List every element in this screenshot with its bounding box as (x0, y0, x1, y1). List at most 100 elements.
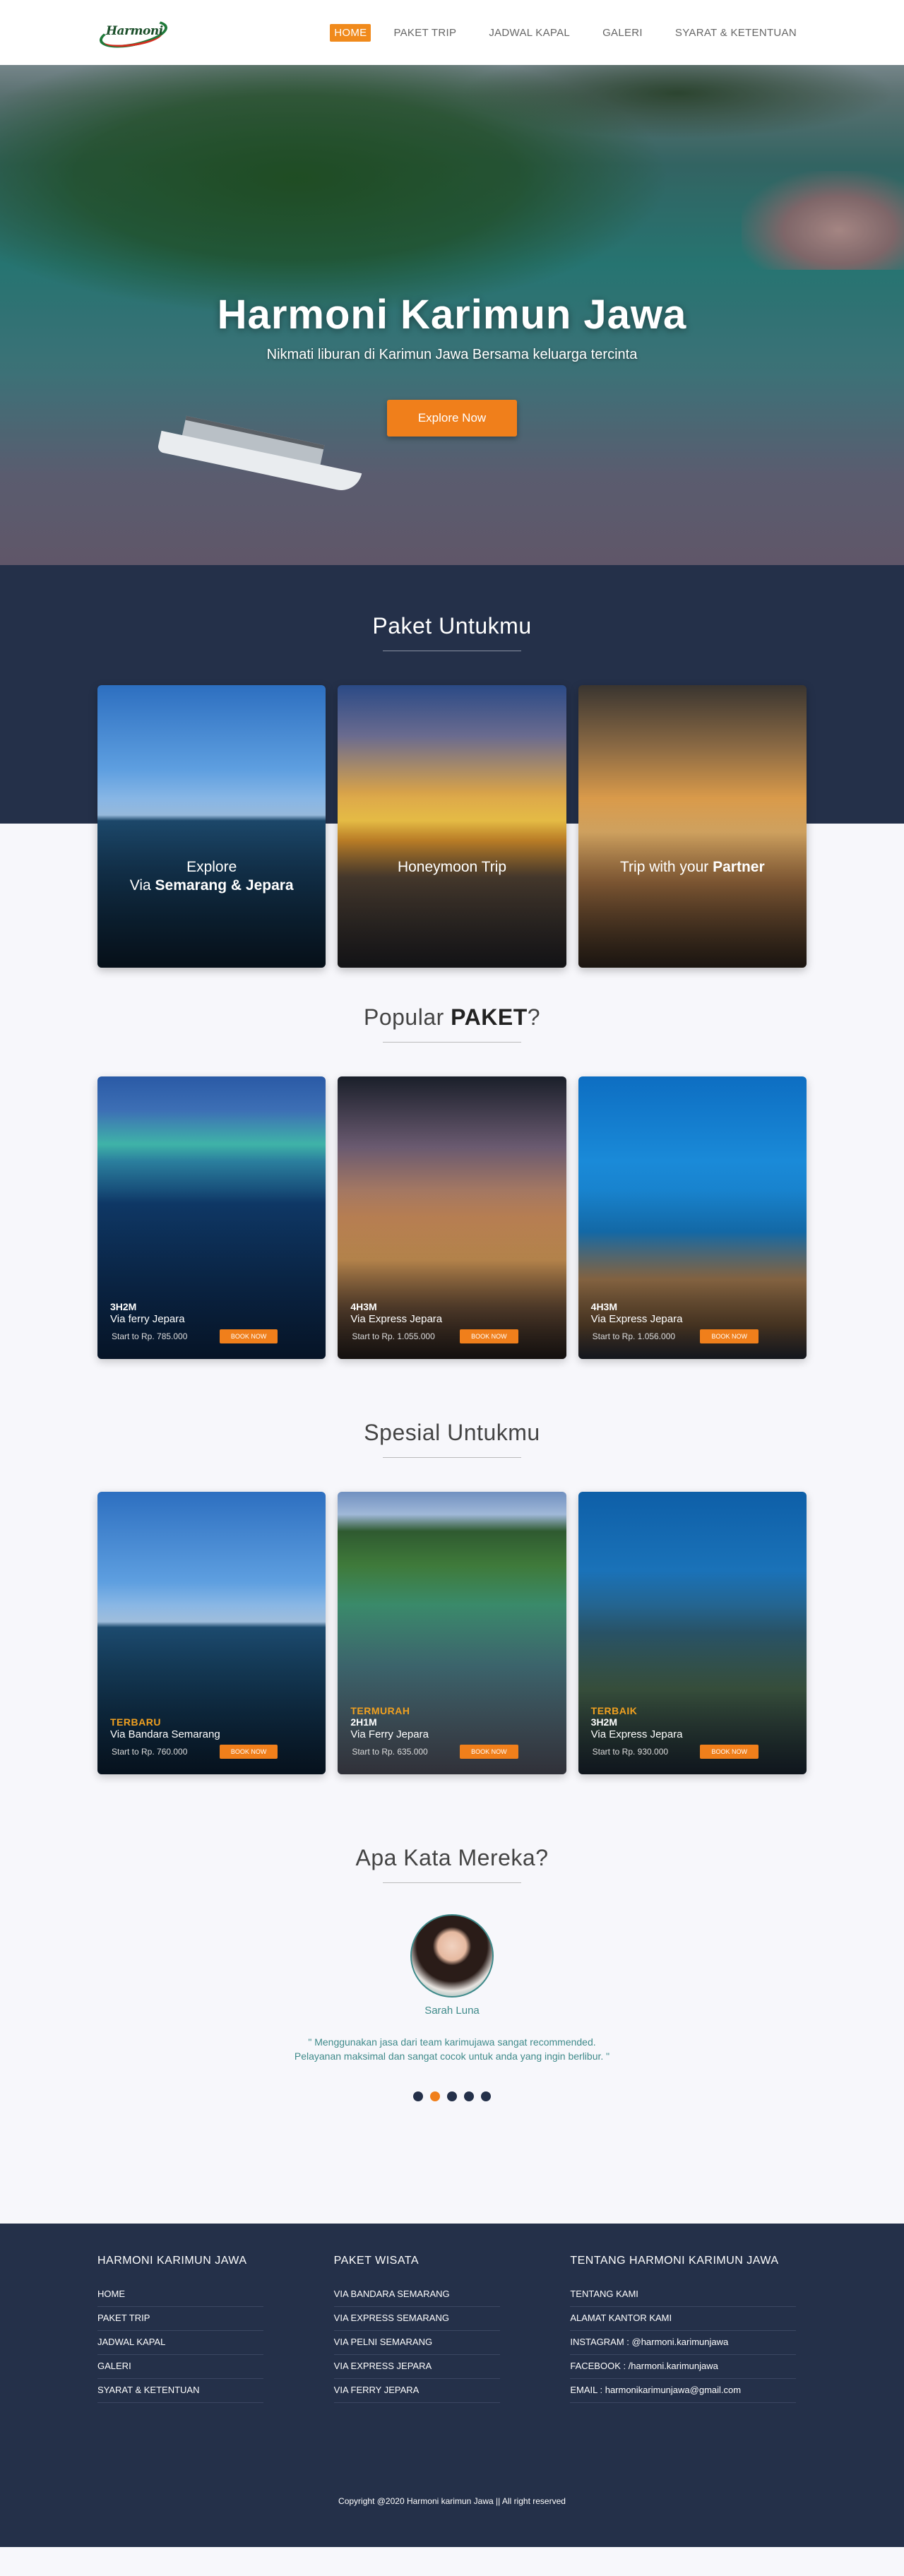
popular-card[interactable]: 3H2M Via ferry Jepara Start to Rp. 785.0… (97, 1076, 326, 1359)
pkg-bottom: Start to Rp. 635.000 BOOK NOW (350, 1745, 553, 1759)
footer-link[interactable]: JADWAL KAPAL (97, 2331, 263, 2355)
nav-syarat-ketentuan[interactable]: SYARAT & KETENTUAN (665, 24, 807, 42)
popular-paket-section: Popular PAKET? 3H2M Via ferry Jepara Sta… (0, 969, 904, 1359)
popular-title-suffix: ? (527, 1004, 541, 1030)
nav-jadwal-kapal[interactable]: JADWAL KAPAL (479, 24, 580, 42)
footer-link[interactable]: HOME (97, 2283, 263, 2307)
copyright: Copyright @2020 Harmoni karimun Jawa || … (338, 2496, 566, 2506)
nav-menu: HOME PAKET TRIP JADWAL KAPAL GALERI SYAR… (317, 23, 807, 42)
footer-link[interactable]: ALAMAT KANTOR KAMI (570, 2307, 797, 2331)
pkg-duration: 3H2M (110, 1301, 137, 1312)
navbar: Harmoni HOME PAKET TRIP JADWAL KAPAL GAL… (0, 0, 904, 65)
card-line2-prefix: Via (129, 877, 155, 894)
nav-galeri[interactable]: GALERI (593, 24, 653, 42)
popular-card[interactable]: 4H3M Via Express Jepara Start to Rp. 1.0… (338, 1076, 566, 1359)
quote-line2: Pelayanan maksimal dan sangat cocok untu… (294, 2050, 610, 2062)
card-line1: Honeymoon Trip (397, 859, 507, 875)
pkg-route: Via Ferry Jepara (350, 1728, 429, 1740)
paket-header: Paket Untukmu (0, 613, 904, 651)
paket-card-label: Trip with your Partner (578, 858, 807, 877)
spesial-section: Spesial Untukmu TERBARU Via Bandara Sema… (0, 1359, 904, 1774)
card-overlay (338, 685, 566, 968)
paket-card-honeymoon[interactable]: Honeymoon Trip (338, 685, 566, 968)
explore-now-button[interactable]: Explore Now (386, 400, 518, 437)
paket-card-explore[interactable]: Explore Via Semarang & Jepara (97, 685, 326, 968)
footer-link[interactable]: EMAIL : harmonikarimunjawa@gmail.com (570, 2379, 797, 2403)
book-now-button[interactable]: BOOK NOW (219, 1745, 278, 1759)
pkg-bottom: Start to Rp. 785.000 BOOK NOW (110, 1329, 313, 1343)
nav-paket-trip[interactable]: PAKET TRIP (383, 24, 466, 42)
card-overlay (578, 685, 807, 968)
pkg-info: TERBARU Via Bandara Semarang Start to Rp… (110, 1716, 313, 1759)
footer-link[interactable]: INSTAGRAM : @harmoni.karimunjawa (570, 2331, 797, 2355)
carousel-dot[interactable] (413, 2091, 423, 2101)
carousel-dot[interactable] (447, 2091, 457, 2101)
book-now-button[interactable]: BOOK NOW (219, 1329, 278, 1343)
pkg-bottom: Start to Rp. 1.055.000 BOOK NOW (350, 1329, 553, 1343)
popular-title-bold: PAKET (451, 1004, 528, 1030)
paket-card-label: Honeymoon Trip (338, 858, 566, 877)
footer-link[interactable]: GALERI (97, 2355, 263, 2379)
pkg-price: Start to Rp. 1.055.000 (352, 1331, 435, 1341)
footer-col-title: PAKET WISATA (333, 2255, 420, 2267)
spesial-title: Spesial Untukmu (364, 1420, 540, 1445)
hero-subtitle: Nikmati liburan di Karimun Jawa Bersama … (266, 347, 638, 362)
footer-link[interactable]: FACEBOOK : /harmoni.karimunjawa (570, 2355, 797, 2379)
hero-rocks-image (742, 171, 904, 270)
book-now-button[interactable]: BOOK NOW (460, 1745, 518, 1759)
paket-untukmu-section: Paket Untukmu Explore Via Semarang & Jep… (0, 565, 904, 969)
footer-col-harmoni: HARMONI KARIMUN JAWA HOME PAKET TRIP JAD… (97, 2255, 334, 2403)
carousel-dot[interactable] (464, 2091, 474, 2101)
book-now-button[interactable]: BOOK NOW (700, 1329, 759, 1343)
footer-link[interactable]: VIA BANDARA SEMARANG (333, 2283, 500, 2307)
paket-cards: Explore Via Semarang & Jepara Honeymoon … (0, 685, 904, 968)
pkg-info: TERMURAH 2H1M Via Ferry Jepara Start to … (350, 1705, 553, 1759)
pkg-price: Start to Rp. 1.056.000 (592, 1331, 676, 1341)
carousel-dot-active[interactable] (430, 2091, 440, 2101)
title-divider (383, 1882, 521, 1883)
quote-line1: " Menggunakan jasa dari team karimujawa … (308, 2036, 596, 2048)
pkg-info: 4H3M Via Express Jepara Start to Rp. 1.0… (350, 1301, 553, 1343)
book-now-button[interactable]: BOOK NOW (700, 1745, 759, 1759)
testimonial-quote: " Menggunakan jasa dari team karimujawa … (0, 2035, 904, 2063)
card-line1: Explore (186, 859, 237, 875)
book-now-button[interactable]: BOOK NOW (460, 1329, 518, 1343)
card-line2-bold: Partner (713, 859, 765, 875)
nav-home[interactable]: HOME (330, 23, 371, 42)
footer-link[interactable]: PAKET TRIP (97, 2307, 263, 2331)
footer-col-paket-wisata: PAKET WISATA VIA BANDARA SEMARANG VIA EX… (333, 2255, 571, 2403)
popular-card[interactable]: 4H3M Via Express Jepara Start to Rp. 1.0… (578, 1076, 807, 1359)
footer-link[interactable]: VIA PELNI SEMARANG (333, 2331, 500, 2355)
card-line2-bold: Semarang & Jepara (155, 877, 294, 894)
avatar (410, 1914, 494, 1998)
spesial-card[interactable]: TERBAIK 3H2M Via Express Jepara Start to… (578, 1492, 807, 1774)
pkg-tag: TERBAIK (590, 1705, 638, 1716)
paket-title: Paket Untukmu (372, 613, 532, 639)
testimonial-name: Sarah Luna (424, 2005, 480, 2017)
carousel-dot[interactable] (481, 2091, 491, 2101)
paket-card-partner[interactable]: Trip with your Partner (578, 685, 807, 968)
footer-link[interactable]: SYARAT & KETENTUAN (97, 2379, 263, 2403)
popular-title: Popular PAKET? (0, 1004, 904, 1031)
pkg-price: Start to Rp. 760.000 (112, 1747, 188, 1757)
spesial-cards: TERBARU Via Bandara Semarang Start to Rp… (0, 1492, 904, 1774)
pkg-info: 3H2M Via ferry Jepara Start to Rp. 785.0… (110, 1301, 313, 1343)
footer-col-title: HARMONI KARIMUN JAWA (97, 2255, 247, 2267)
title-divider (383, 1457, 521, 1458)
pkg-tag: TERBARU (110, 1716, 161, 1728)
footer-link[interactable]: TENTANG KAMI (570, 2283, 797, 2307)
card-line1: Trip with your (620, 859, 713, 875)
spesial-card[interactable]: TERMURAH 2H1M Via Ferry Jepara Start to … (338, 1492, 566, 1774)
spesial-card[interactable]: TERBARU Via Bandara Semarang Start to Rp… (97, 1492, 326, 1774)
pkg-route: Via Express Jepara (590, 1728, 683, 1740)
footer-link[interactable]: VIA EXPRESS JEPARA (333, 2355, 500, 2379)
testimonial-section: Apa Kata Mereka? Sarah Luna " Menggunaka… (0, 1774, 904, 2224)
pkg-bottom: Start to Rp. 760.000 BOOK NOW (110, 1745, 313, 1759)
logo[interactable]: Harmoni (97, 15, 172, 53)
pkg-info: TERBAIK 3H2M Via Express Jepara Start to… (591, 1705, 794, 1759)
pkg-route: Via ferry Jepara (110, 1313, 185, 1325)
footer-link[interactable]: VIA EXPRESS SEMARANG (333, 2307, 500, 2331)
pkg-bottom: Start to Rp. 930.000 BOOK NOW (591, 1745, 794, 1759)
card-overlay (97, 685, 326, 968)
footer-link[interactable]: VIA FERRY JEPARA (333, 2379, 500, 2403)
